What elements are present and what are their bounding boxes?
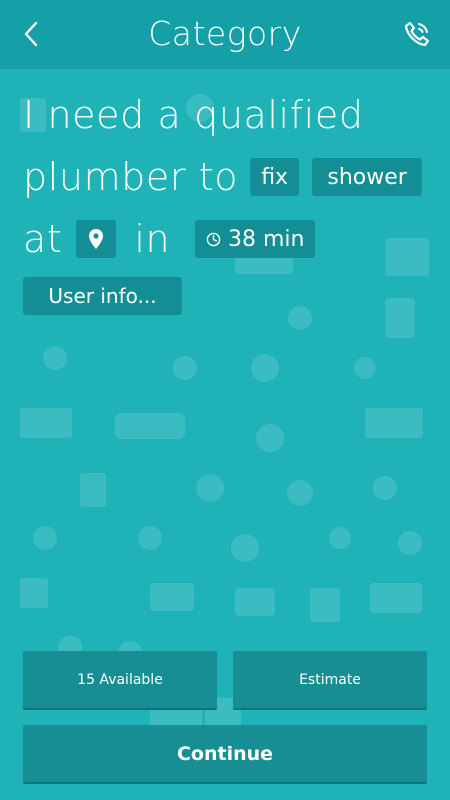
call-button[interactable] [402, 18, 432, 50]
eta-value: 38 min [227, 226, 305, 252]
sentence-line-1: I need a qualified [23, 93, 364, 137]
app-header: Category [0, 0, 450, 68]
user-info-button[interactable]: User info... [23, 277, 182, 315]
estimate-button[interactable]: Estimate [233, 651, 427, 708]
eta-chip[interactable]: 38 min [195, 220, 316, 258]
phone-icon [404, 21, 430, 47]
request-sentence: I need a qualified plumber to fix shower… [23, 84, 433, 270]
location-chip[interactable] [76, 220, 117, 258]
continue-button[interactable]: Continue [23, 725, 427, 782]
action-chip[interactable]: fix [250, 158, 300, 196]
sentence-at: at [23, 217, 63, 261]
available-button[interactable]: 15 Available [23, 651, 217, 708]
page-title: Category [148, 14, 302, 53]
sentence-in: in [134, 217, 171, 261]
object-chip[interactable]: shower [312, 158, 423, 196]
sentence-line-2-prefix: plumber to [23, 155, 239, 199]
clock-icon [206, 232, 221, 246]
map-pin-icon [89, 229, 104, 249]
